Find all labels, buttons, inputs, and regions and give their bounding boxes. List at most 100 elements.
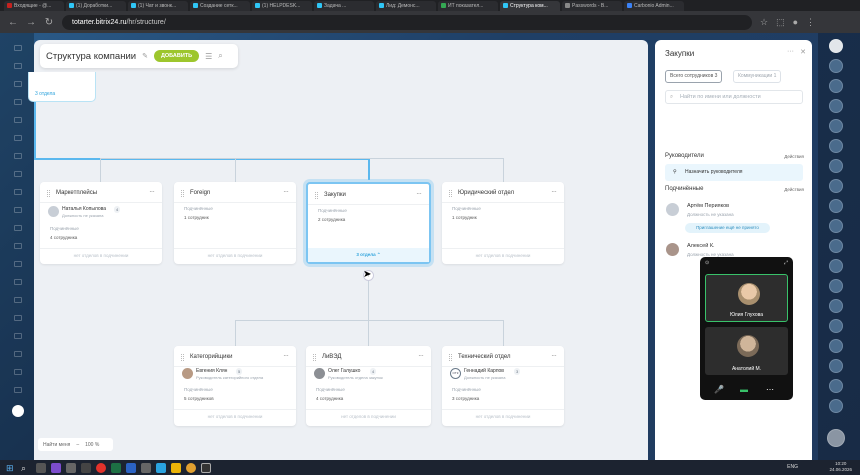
extensions-icon[interactable]: ⬚ (776, 17, 785, 28)
browser-tab[interactable]: Входящие - @... (4, 0, 64, 11)
profile-icon[interactable]: ● (793, 17, 798, 27)
chrome-icon[interactable] (186, 462, 196, 473)
browser-menu-icon[interactable]: ⋮ (806, 17, 815, 28)
browser-tab[interactable]: Лид: Демонс... (376, 0, 436, 11)
department-card-selected[interactable]: Закупки ··· Подчинённые 2 сотрудника 3 о… (306, 182, 431, 264)
menu-item-icon[interactable] (14, 261, 22, 267)
department-card[interactable]: Юридический отдел ··· Подчинённые 1 сотр… (442, 182, 564, 264)
chat-contact-avatar[interactable] (829, 139, 843, 153)
visual-studio-icon[interactable] (51, 462, 61, 473)
assign-head-button[interactable]: ⚲ Назначить руководителя (665, 164, 803, 181)
chat-contact-avatar[interactable] (829, 159, 843, 173)
menu-item-icon[interactable] (14, 225, 22, 231)
menu-item-icon[interactable] (14, 207, 22, 213)
menu-item-icon[interactable] (14, 135, 22, 141)
browser-tab[interactable]: Passwords - B... (562, 0, 622, 11)
department-card[interactable]: ЛиВЭД ··· Олег Галушко 4 Руководитель от… (306, 346, 431, 426)
reload-icon[interactable]: ↻ (44, 17, 54, 28)
chat-contact-avatar[interactable] (829, 399, 843, 413)
chat-contact-avatar[interactable] (829, 359, 843, 373)
root-department-node[interactable]: 3 отдела (28, 72, 96, 102)
chat-contact-avatar[interactable] (829, 99, 843, 113)
terminal-icon[interactable] (201, 462, 211, 473)
zoom-out-icon[interactable]: – (76, 442, 79, 448)
menu-item-icon[interactable] (14, 387, 22, 393)
drag-handle-icon[interactable] (449, 190, 452, 197)
menu-item-icon[interactable] (14, 189, 22, 195)
drag-handle-icon[interactable] (47, 190, 50, 197)
chat-launcher-icon[interactable] (827, 429, 845, 447)
screen-share-icon[interactable]: ▬ (740, 385, 748, 394)
department-card[interactable]: Технический отдел ··· ОТК Геннадий Карпо… (442, 346, 564, 426)
microphone-icon[interactable]: 🎤 (714, 385, 724, 394)
department-card[interactable]: Маркетплейсы ··· Наталья Копылова 4 Долж… (40, 182, 162, 264)
chat-contact-avatar[interactable] (829, 59, 843, 73)
department-card[interactable]: Foreign ··· Подчинённые 1 сотрудник нет … (174, 182, 296, 264)
video-call-window[interactable]: ⊙ ⤢ Юлия Глухова Анатолий М. 🎤 ▬ ⋯ (700, 257, 793, 400)
browser-tab[interactable]: (1) Доработки... (66, 0, 126, 11)
add-button[interactable]: ДОБАВИТЬ (153, 50, 200, 62)
chat-contact-avatar[interactable] (829, 279, 843, 293)
more-icon[interactable]: ··· (551, 351, 557, 360)
chat-contact-avatar[interactable] (829, 339, 843, 353)
more-icon[interactable]: ··· (416, 189, 422, 198)
menu-item-icon[interactable] (14, 243, 22, 249)
chat-contact-avatar[interactable] (829, 179, 843, 193)
menu-item-icon[interactable] (14, 315, 22, 321)
more-options-icon[interactable]: ⋯ (766, 385, 774, 394)
browser-tab[interactable]: (1) HELPDESK... (252, 0, 312, 11)
excel-icon[interactable] (111, 462, 121, 473)
browser-tab[interactable]: (1) Чат и звонк... (128, 0, 188, 11)
chat-contact-avatar[interactable] (829, 259, 843, 273)
head-name[interactable]: Олег Галушко (328, 368, 360, 374)
more-icon[interactable]: ··· (149, 187, 155, 196)
more-icon[interactable]: ··· (418, 351, 424, 360)
more-icon[interactable]: ··· (283, 351, 289, 360)
drag-handle-icon[interactable] (315, 192, 318, 199)
browser-tab[interactable]: Структура ком... (500, 0, 560, 11)
folder-icon[interactable] (171, 462, 181, 473)
department-card[interactable]: Категорийщики ··· Евгения Клян 5 Руковод… (174, 346, 296, 426)
back-icon[interactable]: ← (8, 17, 18, 28)
menu-item-icon[interactable] (14, 297, 22, 303)
chat-contact-avatar[interactable] (829, 239, 843, 253)
menu-item-icon[interactable] (14, 153, 22, 159)
bookmark-star-icon[interactable]: ☆ (760, 17, 768, 28)
menu-item-icon[interactable] (14, 171, 22, 177)
find-me-button[interactable]: Найти меня (43, 442, 70, 448)
participant-tile[interactable]: Юлия Глухова (705, 274, 788, 322)
more-icon[interactable]: ··· (787, 48, 794, 55)
list-view-icon[interactable]: ☰ (205, 52, 212, 61)
employee-name[interactable]: Артём Перияков (687, 203, 729, 209)
menu-item-icon[interactable] (14, 81, 22, 87)
search-icon[interactable]: ⌕ (218, 51, 222, 61)
chat-contact-avatar[interactable] (829, 79, 843, 93)
drag-handle-icon[interactable] (181, 190, 184, 197)
browser-tab[interactable]: Задача ... (314, 0, 374, 11)
employee-search-input[interactable]: ⌕ Найти по имени или должности (665, 90, 803, 104)
app-icon[interactable] (141, 462, 151, 473)
browser-tab[interactable]: ИТ показател... (438, 0, 498, 11)
drag-handle-icon[interactable] (449, 354, 452, 361)
more-icon[interactable]: ··· (551, 187, 557, 196)
edit-pencil-icon[interactable]: ✎ (142, 52, 148, 60)
head-name[interactable]: Евгения Клян (196, 368, 227, 374)
menu-item-icon[interactable] (14, 351, 22, 357)
drag-handle-icon[interactable] (181, 354, 184, 361)
zoom-value[interactable]: 100 % (85, 442, 99, 448)
drag-handle-icon[interactable] (313, 354, 316, 361)
chat-contact-avatar[interactable] (829, 199, 843, 213)
telegram-icon[interactable] (156, 462, 166, 473)
system-clock[interactable]: 10:20 24.06.2026 (829, 461, 852, 473)
head-name[interactable]: Наталья Копылова (62, 206, 106, 212)
chat-contact-avatar[interactable] (829, 219, 843, 233)
menu-item-icon[interactable] (14, 63, 22, 69)
menu-item-icon[interactable] (14, 45, 22, 51)
forward-icon[interactable]: → (26, 17, 36, 28)
address-bar[interactable]: totarter.bitrix24.ru/hr/structure/ (62, 14, 752, 30)
app-icon[interactable] (81, 462, 91, 473)
collapse-toggle[interactable]: 3 отдела (35, 91, 55, 97)
chat-contact-avatar[interactable] (829, 299, 843, 313)
notifications-icon[interactable] (829, 39, 843, 53)
chat-contact-avatar[interactable] (829, 379, 843, 393)
